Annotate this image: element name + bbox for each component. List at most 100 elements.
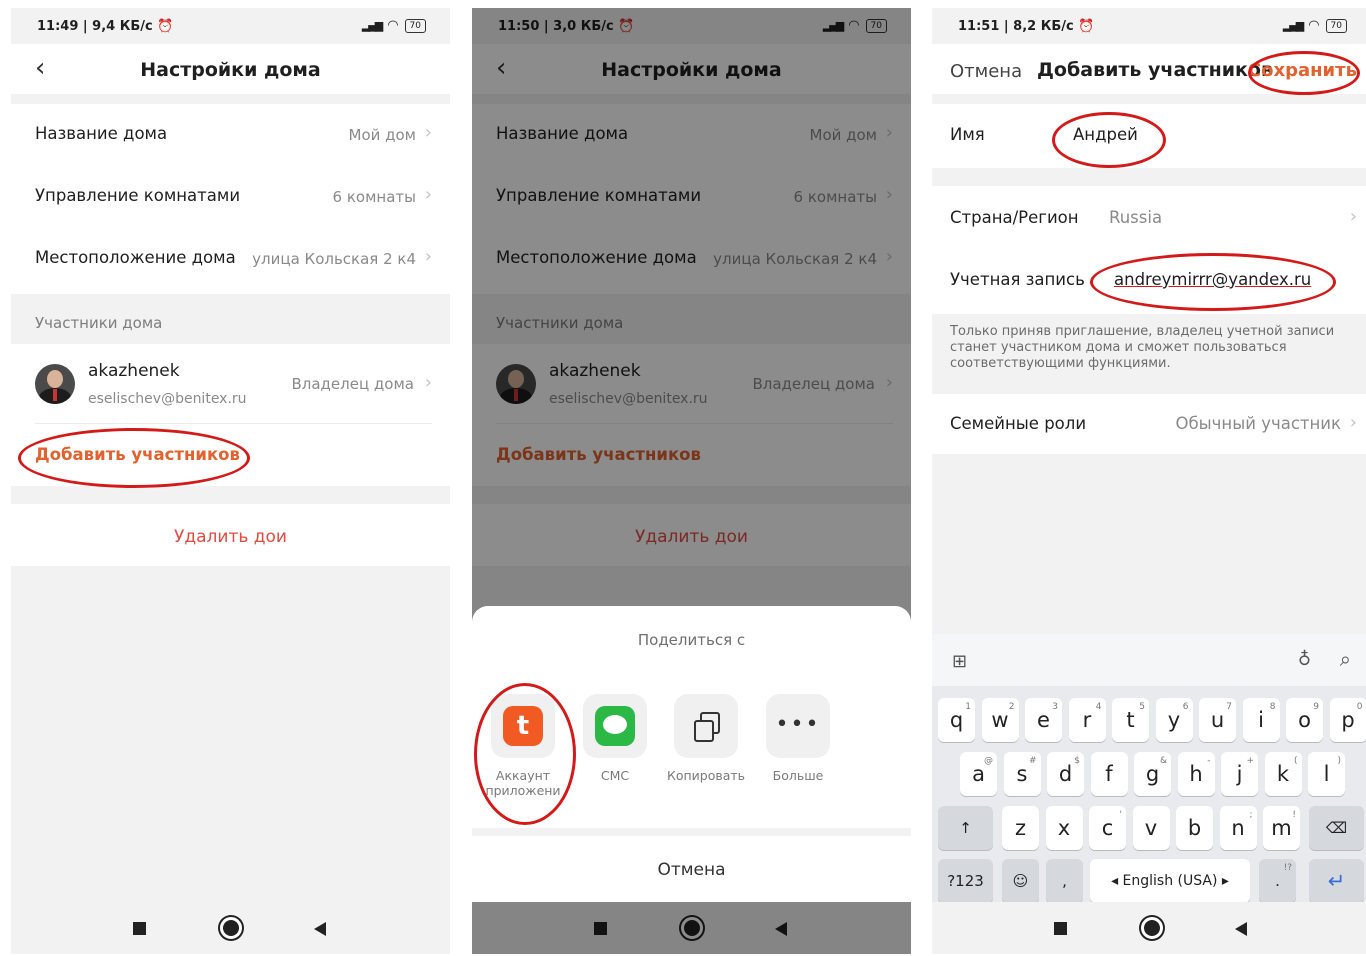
divider	[35, 423, 432, 424]
name-label: Имя	[950, 125, 985, 144]
key-l[interactable]: l)	[1308, 752, 1345, 796]
battery-icon: 70	[865, 18, 887, 33]
key-m[interactable]: m!	[1263, 806, 1300, 850]
key-u[interactable]: u7	[1199, 698, 1236, 742]
emoji-key[interactable]: ☺	[1002, 859, 1039, 903]
key-g[interactable]: g &	[1134, 752, 1171, 796]
family-role-value: Обычный участник	[1175, 414, 1341, 433]
key-q[interactable]: q1	[938, 698, 975, 742]
comma-key[interactable]: ,	[1046, 859, 1083, 903]
status-bar: 11:49 | 9,4 КБ/с ⏰ ▂▄▆ ◠ 70	[11, 8, 450, 44]
chevron-right-icon: ›	[885, 246, 893, 267]
row-home-location[interactable]: Местоположение дома улица Кольская 2 к4 …	[496, 228, 893, 290]
account-section: Страна/Регион Russia › Учетная запись an…	[932, 186, 1366, 314]
recents-icon[interactable]	[1054, 922, 1067, 935]
enter-key[interactable]: ↵	[1309, 859, 1364, 903]
key-y[interactable]: y6	[1155, 698, 1193, 742]
key-p[interactable]: p0	[1329, 698, 1366, 742]
home-info-section: Название дома Мой дом › Управление комна…	[11, 104, 450, 294]
home-icon[interactable]	[681, 917, 703, 939]
delete-home-button[interactable]: Удалить дои	[11, 527, 450, 547]
members-section-title: Участники дома	[496, 314, 624, 332]
page-title: Настройки дома	[601, 59, 782, 81]
chevron-right-icon: ›	[1349, 412, 1357, 433]
row-value: Мой дом	[809, 126, 878, 144]
add-members-button[interactable]: Добавить участников	[496, 445, 701, 464]
tuya-app-icon: t	[503, 706, 543, 746]
key-a[interactable]: a @	[960, 752, 997, 796]
member-email: eselischev@benitex.ru	[549, 391, 708, 407]
share-option-label: Копировать	[666, 768, 746, 783]
space-key[interactable]: ◂ English (USA) ▸	[1090, 859, 1250, 903]
nav-bar	[932, 902, 1366, 954]
header: Отмена Добавить участников Сохранить	[932, 44, 1366, 94]
save-button[interactable]: Сохранить	[1248, 60, 1357, 81]
row-room-management[interactable]: Управление комнатами 6 комнаты ›	[35, 166, 432, 228]
member-role[interactable]: Владелец дома	[752, 375, 875, 393]
status-time: 11:51 | 8,2 КБ/с ⏰	[958, 19, 1095, 34]
back-nav-icon[interactable]	[775, 922, 787, 936]
key-i[interactable]: i8	[1242, 698, 1280, 742]
country-label: Страна/Регион	[950, 208, 1079, 227]
search-icon[interactable]: ⌕	[1340, 647, 1351, 671]
account-input[interactable]: andreymirrr@yandex.ru	[1114, 270, 1311, 289]
backspace-key[interactable]: ⌫	[1309, 806, 1364, 850]
home-icon[interactable]	[1141, 917, 1163, 939]
key-b[interactable]: b	[1176, 806, 1213, 850]
key-f[interactable]: f	[1090, 752, 1128, 796]
row-home-name[interactable]: Название дома Мой дом ›	[496, 104, 893, 166]
phone-screen-share-sheet: 11:50 | 3,0 КБ/с ⏰ ▂▄▆ ◠ 70 ‹ Настройки …	[472, 8, 911, 954]
key-k[interactable]: k(	[1264, 752, 1302, 796]
avatar	[496, 364, 536, 404]
home-icon[interactable]	[220, 917, 242, 939]
chevron-right-icon: ›	[885, 372, 893, 393]
country-value[interactable]: Russia	[1109, 208, 1162, 227]
row-label: Управление комнатами	[35, 186, 241, 205]
key-t[interactable]: t5	[1112, 698, 1149, 742]
cancel-button[interactable]: Отмена	[472, 860, 911, 880]
delete-home-button[interactable]: Удалить дои	[472, 527, 911, 547]
family-role-label: Семейные роли	[950, 414, 1087, 433]
recents-icon[interactable]	[594, 922, 607, 935]
key-j[interactable]: j +	[1221, 752, 1258, 796]
chevron-right-icon: ›	[424, 372, 432, 393]
key-v[interactable]: v	[1132, 806, 1170, 850]
member-role[interactable]: Владелец дома	[291, 375, 414, 393]
add-members-button[interactable]: Добавить участников	[35, 445, 240, 464]
key-n[interactable]: n;	[1219, 806, 1257, 850]
key-r[interactable]: r4	[1068, 698, 1106, 742]
shift-key[interactable]: ↑	[938, 806, 993, 850]
share-option-sms[interactable]: СМС	[574, 694, 656, 783]
share-option-label: Больше	[772, 768, 824, 783]
signal-icon: ▂▄▆	[361, 19, 383, 32]
apps-grid-icon[interactable]: ⊞	[952, 651, 967, 672]
mic-icon[interactable]: ♁	[1298, 649, 1311, 670]
status-time: 11:49 | 9,4 КБ/с ⏰	[37, 19, 174, 34]
cancel-button[interactable]: Отмена	[950, 61, 1022, 82]
symbols-key[interactable]: ?123	[938, 859, 993, 903]
key-h[interactable]: h-	[1177, 752, 1215, 796]
back-nav-icon[interactable]	[1235, 922, 1247, 936]
key-w[interactable]: w2	[981, 698, 1019, 742]
back-nav-icon[interactable]	[314, 922, 326, 936]
key-c[interactable]: c '	[1089, 806, 1126, 850]
key-d[interactable]: d $	[1047, 752, 1084, 796]
key-e[interactable]: e3	[1025, 698, 1062, 742]
invite-note: Только приняв приглашение, владелец учет…	[950, 324, 1335, 371]
key-s[interactable]: s #	[1003, 752, 1041, 796]
key-o[interactable]: o9	[1286, 698, 1323, 742]
period-key[interactable]: .!?	[1259, 859, 1296, 903]
key-z[interactable]: z	[1002, 806, 1039, 850]
row-room-management[interactable]: Управление комнатами 6 комнаты ›	[496, 166, 893, 228]
row-home-name[interactable]: Название дома Мой дом ›	[35, 104, 432, 166]
family-role-row[interactable]: Семейные роли Обычный участник ›	[932, 394, 1366, 454]
chevron-right-icon: ›	[1349, 206, 1357, 227]
share-option-app-account[interactable]: t Аккаунт приложени	[482, 694, 564, 798]
signal-icon: ▂▄▆	[1282, 19, 1304, 32]
key-x[interactable]: x	[1045, 806, 1083, 850]
name-input[interactable]: Андрей	[1073, 125, 1138, 144]
row-home-location[interactable]: Местоположение дома улица Кольская 2 к4 …	[35, 228, 432, 290]
recents-icon[interactable]	[133, 922, 146, 935]
share-option-copy[interactable]: Копировать	[665, 694, 747, 783]
share-option-more[interactable]: ••• Больше	[757, 694, 839, 783]
